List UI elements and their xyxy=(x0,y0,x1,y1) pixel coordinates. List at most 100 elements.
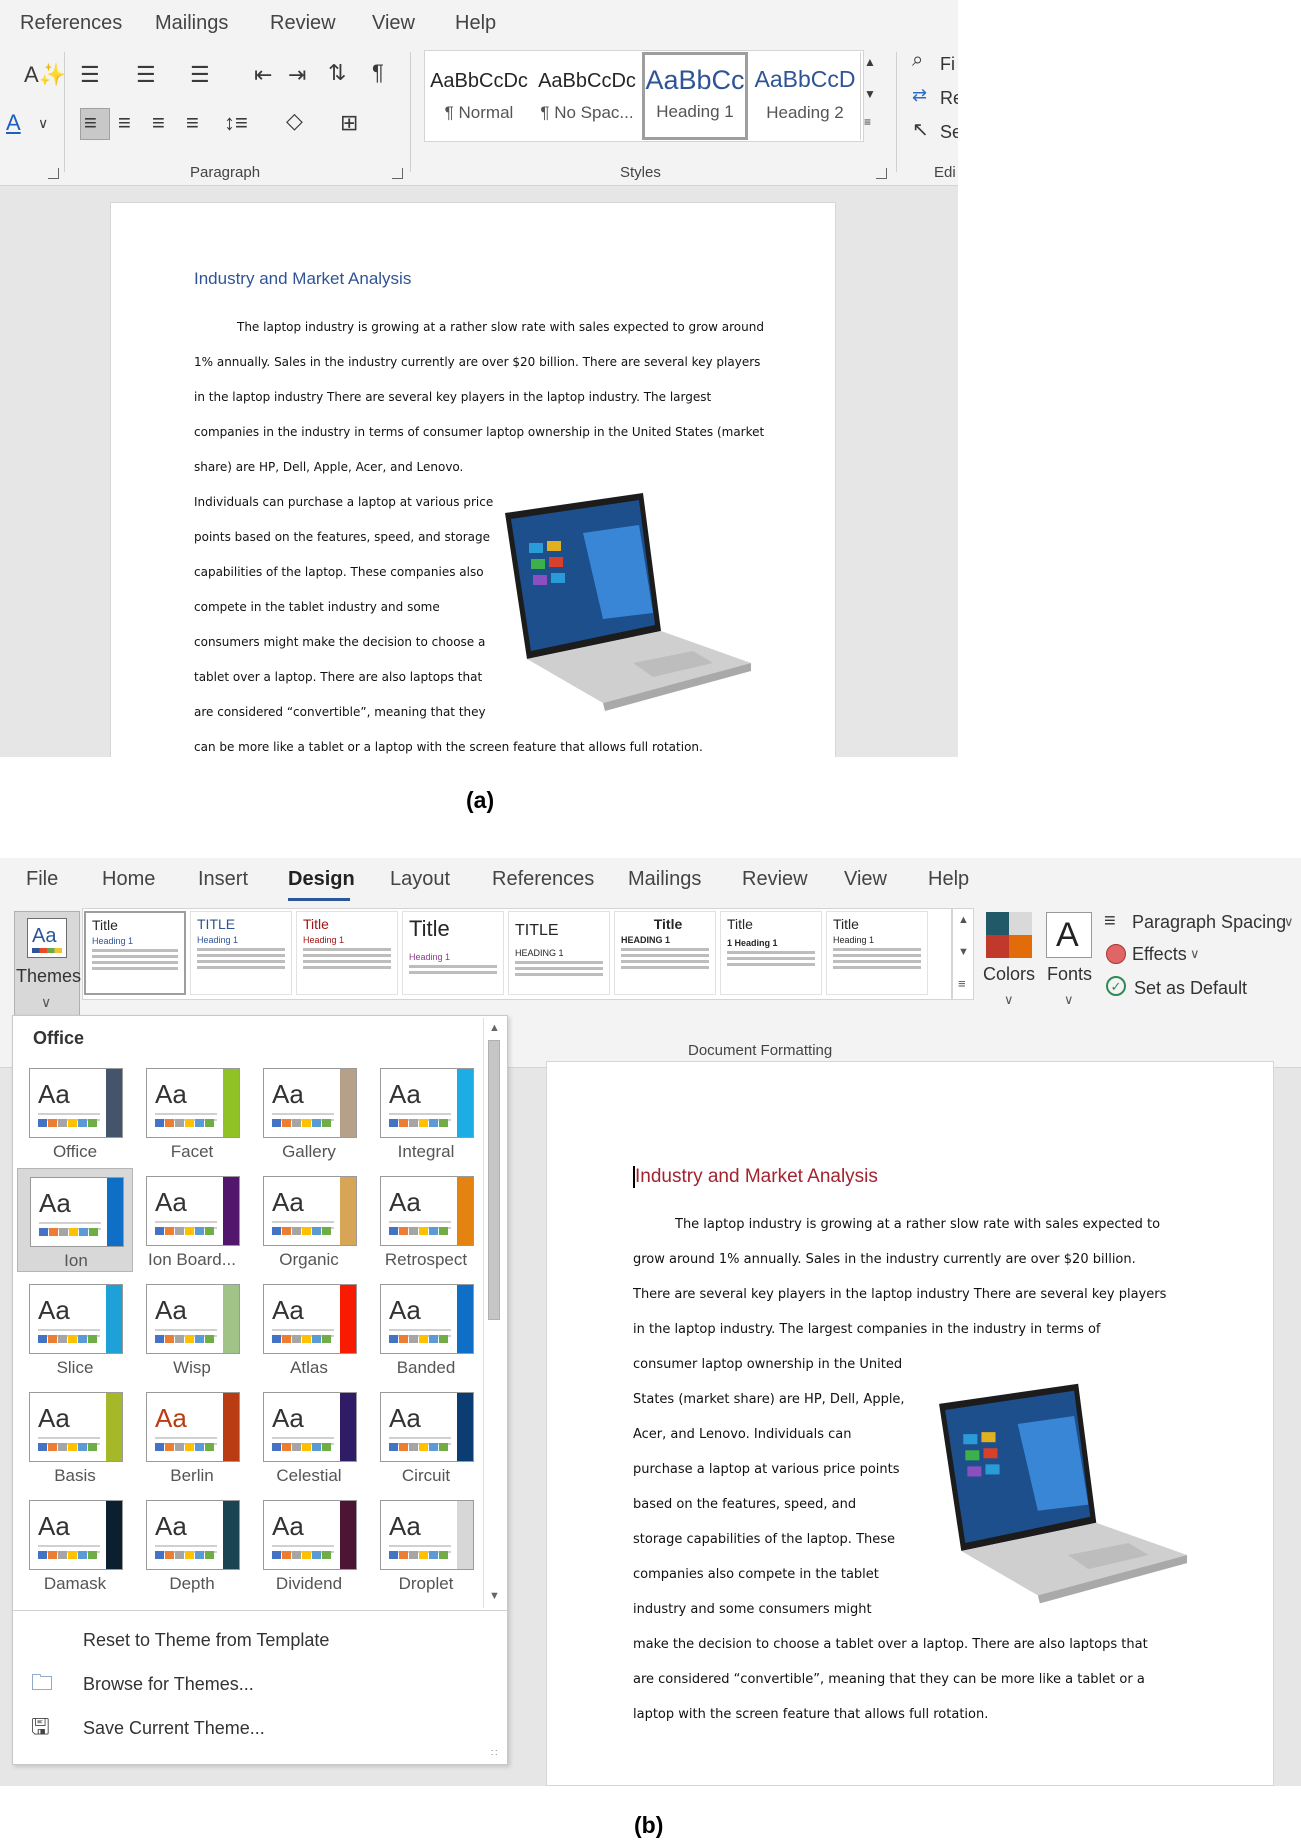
theme-tile-berlin[interactable]: Aa Berlin xyxy=(134,1384,250,1488)
fonts-icon[interactable]: A xyxy=(1046,912,1092,958)
scroll-thumb[interactable] xyxy=(488,1040,500,1320)
theme-tile-basis[interactable]: Aa Basis xyxy=(17,1384,133,1488)
increase-indent-icon[interactable]: ⇥ xyxy=(288,64,306,86)
styles-launcher-icon[interactable] xyxy=(876,168,887,179)
select-label[interactable]: Se xyxy=(940,122,958,143)
find-label[interactable]: Fi xyxy=(940,54,955,75)
reset-theme-item[interactable]: Reset to Theme from Template xyxy=(83,1630,329,1651)
scroll-up-icon[interactable]: ▲ xyxy=(864,56,876,68)
tab-review[interactable]: Review xyxy=(270,12,336,35)
pilcrow-icon[interactable]: ¶ xyxy=(372,62,384,84)
align-right-icon[interactable]: ≡ xyxy=(152,112,165,134)
themes-button[interactable]: Aa Themes ∨ xyxy=(14,911,81,1019)
theme-tile-celestial[interactable]: Aa Celestial xyxy=(251,1384,367,1488)
theme-tile-dividend[interactable]: Aa Dividend xyxy=(251,1492,367,1596)
document-page-a[interactable]: Industry and Market Analysis The laptop … xyxy=(110,202,836,757)
align-center-icon[interactable]: ≡ xyxy=(118,112,131,134)
style-heading-2[interactable]: AaBbCcD Heading 2 xyxy=(752,52,858,140)
tab-file[interactable]: File xyxy=(26,868,58,891)
theme-tile-atlas[interactable]: Aa Atlas xyxy=(251,1276,367,1380)
theme-tile-circuit[interactable]: Aa Circuit xyxy=(368,1384,484,1488)
save-theme-item[interactable]: Save Current Theme... xyxy=(83,1718,265,1739)
tab-mailings[interactable]: Mailings xyxy=(628,868,701,891)
tab-view[interactable]: View xyxy=(844,868,887,891)
tab-layout[interactable]: Layout xyxy=(390,868,450,891)
decrease-indent-icon[interactable]: ⇤ xyxy=(254,64,272,86)
theme-tile-slice[interactable]: Aa Slice xyxy=(17,1276,133,1380)
style-normal[interactable]: AaBbCcDc ¶ Normal xyxy=(426,52,532,140)
borders-icon[interactable]: ⊞ xyxy=(340,112,358,134)
chevron-down-icon[interactable]: ∨ xyxy=(1004,992,1014,1008)
scroll-up-icon[interactable]: ▲ xyxy=(958,914,969,926)
line-spacing-icon[interactable]: ↕≡ xyxy=(224,112,248,134)
chevron-down-icon[interactable]: ∨ xyxy=(1064,992,1074,1008)
pane-scrollbar[interactable]: ▲ ▼ xyxy=(483,1018,505,1608)
style-heading-1[interactable]: AaBbCc Heading 1 xyxy=(642,52,748,140)
paragraph-spacing-button[interactable]: Paragraph Spacing xyxy=(1132,912,1286,933)
tab-design[interactable]: Design xyxy=(288,868,355,891)
tab-insert[interactable]: Insert xyxy=(198,868,248,891)
set-as-default-button[interactable]: Set as Default xyxy=(1134,978,1247,999)
tab-references[interactable]: References xyxy=(492,868,594,891)
style-set-thumbnail[interactable]: Title 1 Heading 1 xyxy=(720,911,822,995)
effects-button[interactable]: Effects xyxy=(1132,944,1187,965)
scroll-down-icon[interactable]: ▼ xyxy=(489,1590,500,1602)
multilevel-list-icon[interactable]: ☰ xyxy=(190,64,210,86)
style-set-thumbnail[interactable]: Title Heading 1 xyxy=(296,911,398,995)
scroll-down-icon[interactable]: ▼ xyxy=(958,946,969,958)
tab-mailings[interactable]: Mailings xyxy=(155,12,228,35)
theme-tile-damask[interactable]: Aa Damask xyxy=(17,1492,133,1596)
style-set-thumbnail[interactable]: Title Heading 1 xyxy=(84,911,186,995)
replace-icon[interactable]: ⇄ xyxy=(912,86,927,104)
resize-grip-icon[interactable]: ∷ xyxy=(491,1748,497,1759)
sort-icon[interactable]: ⇅ xyxy=(328,62,346,84)
theme-tile-integral[interactable]: Aa Integral xyxy=(368,1060,484,1164)
document-page-b[interactable]: Industry and Market Analysis The laptop … xyxy=(546,1061,1274,1786)
browse-themes-item[interactable]: Browse for Themes... xyxy=(83,1674,254,1695)
theme-tile-ion[interactable]: Aa Ion xyxy=(17,1168,133,1272)
shading-icon[interactable]: ◇ xyxy=(286,110,303,132)
scroll-up-icon[interactable]: ▲ xyxy=(489,1022,500,1034)
theme-tile-retrospect[interactable]: Aa Retrospect xyxy=(368,1168,484,1272)
replace-label[interactable]: Re xyxy=(940,88,958,109)
theme-tile-ion-board[interactable]: Aa Ion Board... xyxy=(134,1168,250,1272)
theme-tile-organic[interactable]: Aa Organic xyxy=(251,1168,367,1272)
theme-tile-gallery[interactable]: Aa Gallery xyxy=(251,1060,367,1164)
tab-review[interactable]: Review xyxy=(742,868,808,891)
select-icon[interactable]: ↖ xyxy=(912,120,929,140)
chevron-down-icon[interactable]: ∨ xyxy=(38,116,48,130)
tab-help[interactable]: Help xyxy=(455,12,496,35)
numbering-icon[interactable]: ☰ xyxy=(136,64,156,86)
more-icon[interactable]: ≡ xyxy=(958,976,966,991)
font-color-icon[interactable]: A xyxy=(6,112,21,134)
theme-tile-depth[interactable]: Aa Depth xyxy=(134,1492,250,1596)
scroll-down-icon[interactable]: ▼ xyxy=(864,88,876,100)
colors-icon[interactable] xyxy=(986,912,1032,958)
theme-tile-facet[interactable]: Aa Facet xyxy=(134,1060,250,1164)
theme-tile-office[interactable]: Aa Office xyxy=(17,1060,133,1164)
tab-references[interactable]: References xyxy=(20,12,122,35)
paragraph-launcher-icon[interactable] xyxy=(392,168,403,179)
find-icon[interactable]: ⌕ xyxy=(912,50,923,70)
more-styles-icon[interactable]: ≡ xyxy=(864,116,871,128)
style-set-thumbnail[interactable]: Title Heading 1 xyxy=(402,911,504,995)
style-no-spacing[interactable]: AaBbCcDc ¶ No Spac... xyxy=(534,52,640,140)
tab-view[interactable]: View xyxy=(372,12,415,35)
colors-label[interactable]: Colors xyxy=(983,964,1035,985)
tab-home[interactable]: Home xyxy=(102,868,155,891)
style-set-thumbnail[interactable]: Title Heading 1 xyxy=(826,911,928,995)
justify-icon[interactable]: ≡ xyxy=(186,112,199,134)
tab-help[interactable]: Help xyxy=(928,868,969,891)
style-set-thumbnail[interactable]: TITLE Heading 1 xyxy=(190,911,292,995)
style-set-thumbnail[interactable]: TITLE HEADING 1 xyxy=(508,911,610,995)
theme-tile-wisp[interactable]: Aa Wisp xyxy=(134,1276,250,1380)
clear-formatting-icon[interactable]: A✨ xyxy=(24,64,66,86)
theme-tile-banded[interactable]: Aa Banded xyxy=(368,1276,484,1380)
style-set-thumbnail[interactable]: Title HEADING 1 xyxy=(614,911,716,995)
chevron-down-icon[interactable]: ∨ xyxy=(1190,946,1200,962)
font-launcher-icon[interactable] xyxy=(48,168,59,179)
theme-tile-droplet[interactable]: Aa Droplet xyxy=(368,1492,484,1596)
chevron-down-icon[interactable]: ∨ xyxy=(1284,914,1294,930)
bullets-icon[interactable]: ☰ xyxy=(80,64,100,86)
fonts-label[interactable]: Fonts xyxy=(1047,964,1092,985)
